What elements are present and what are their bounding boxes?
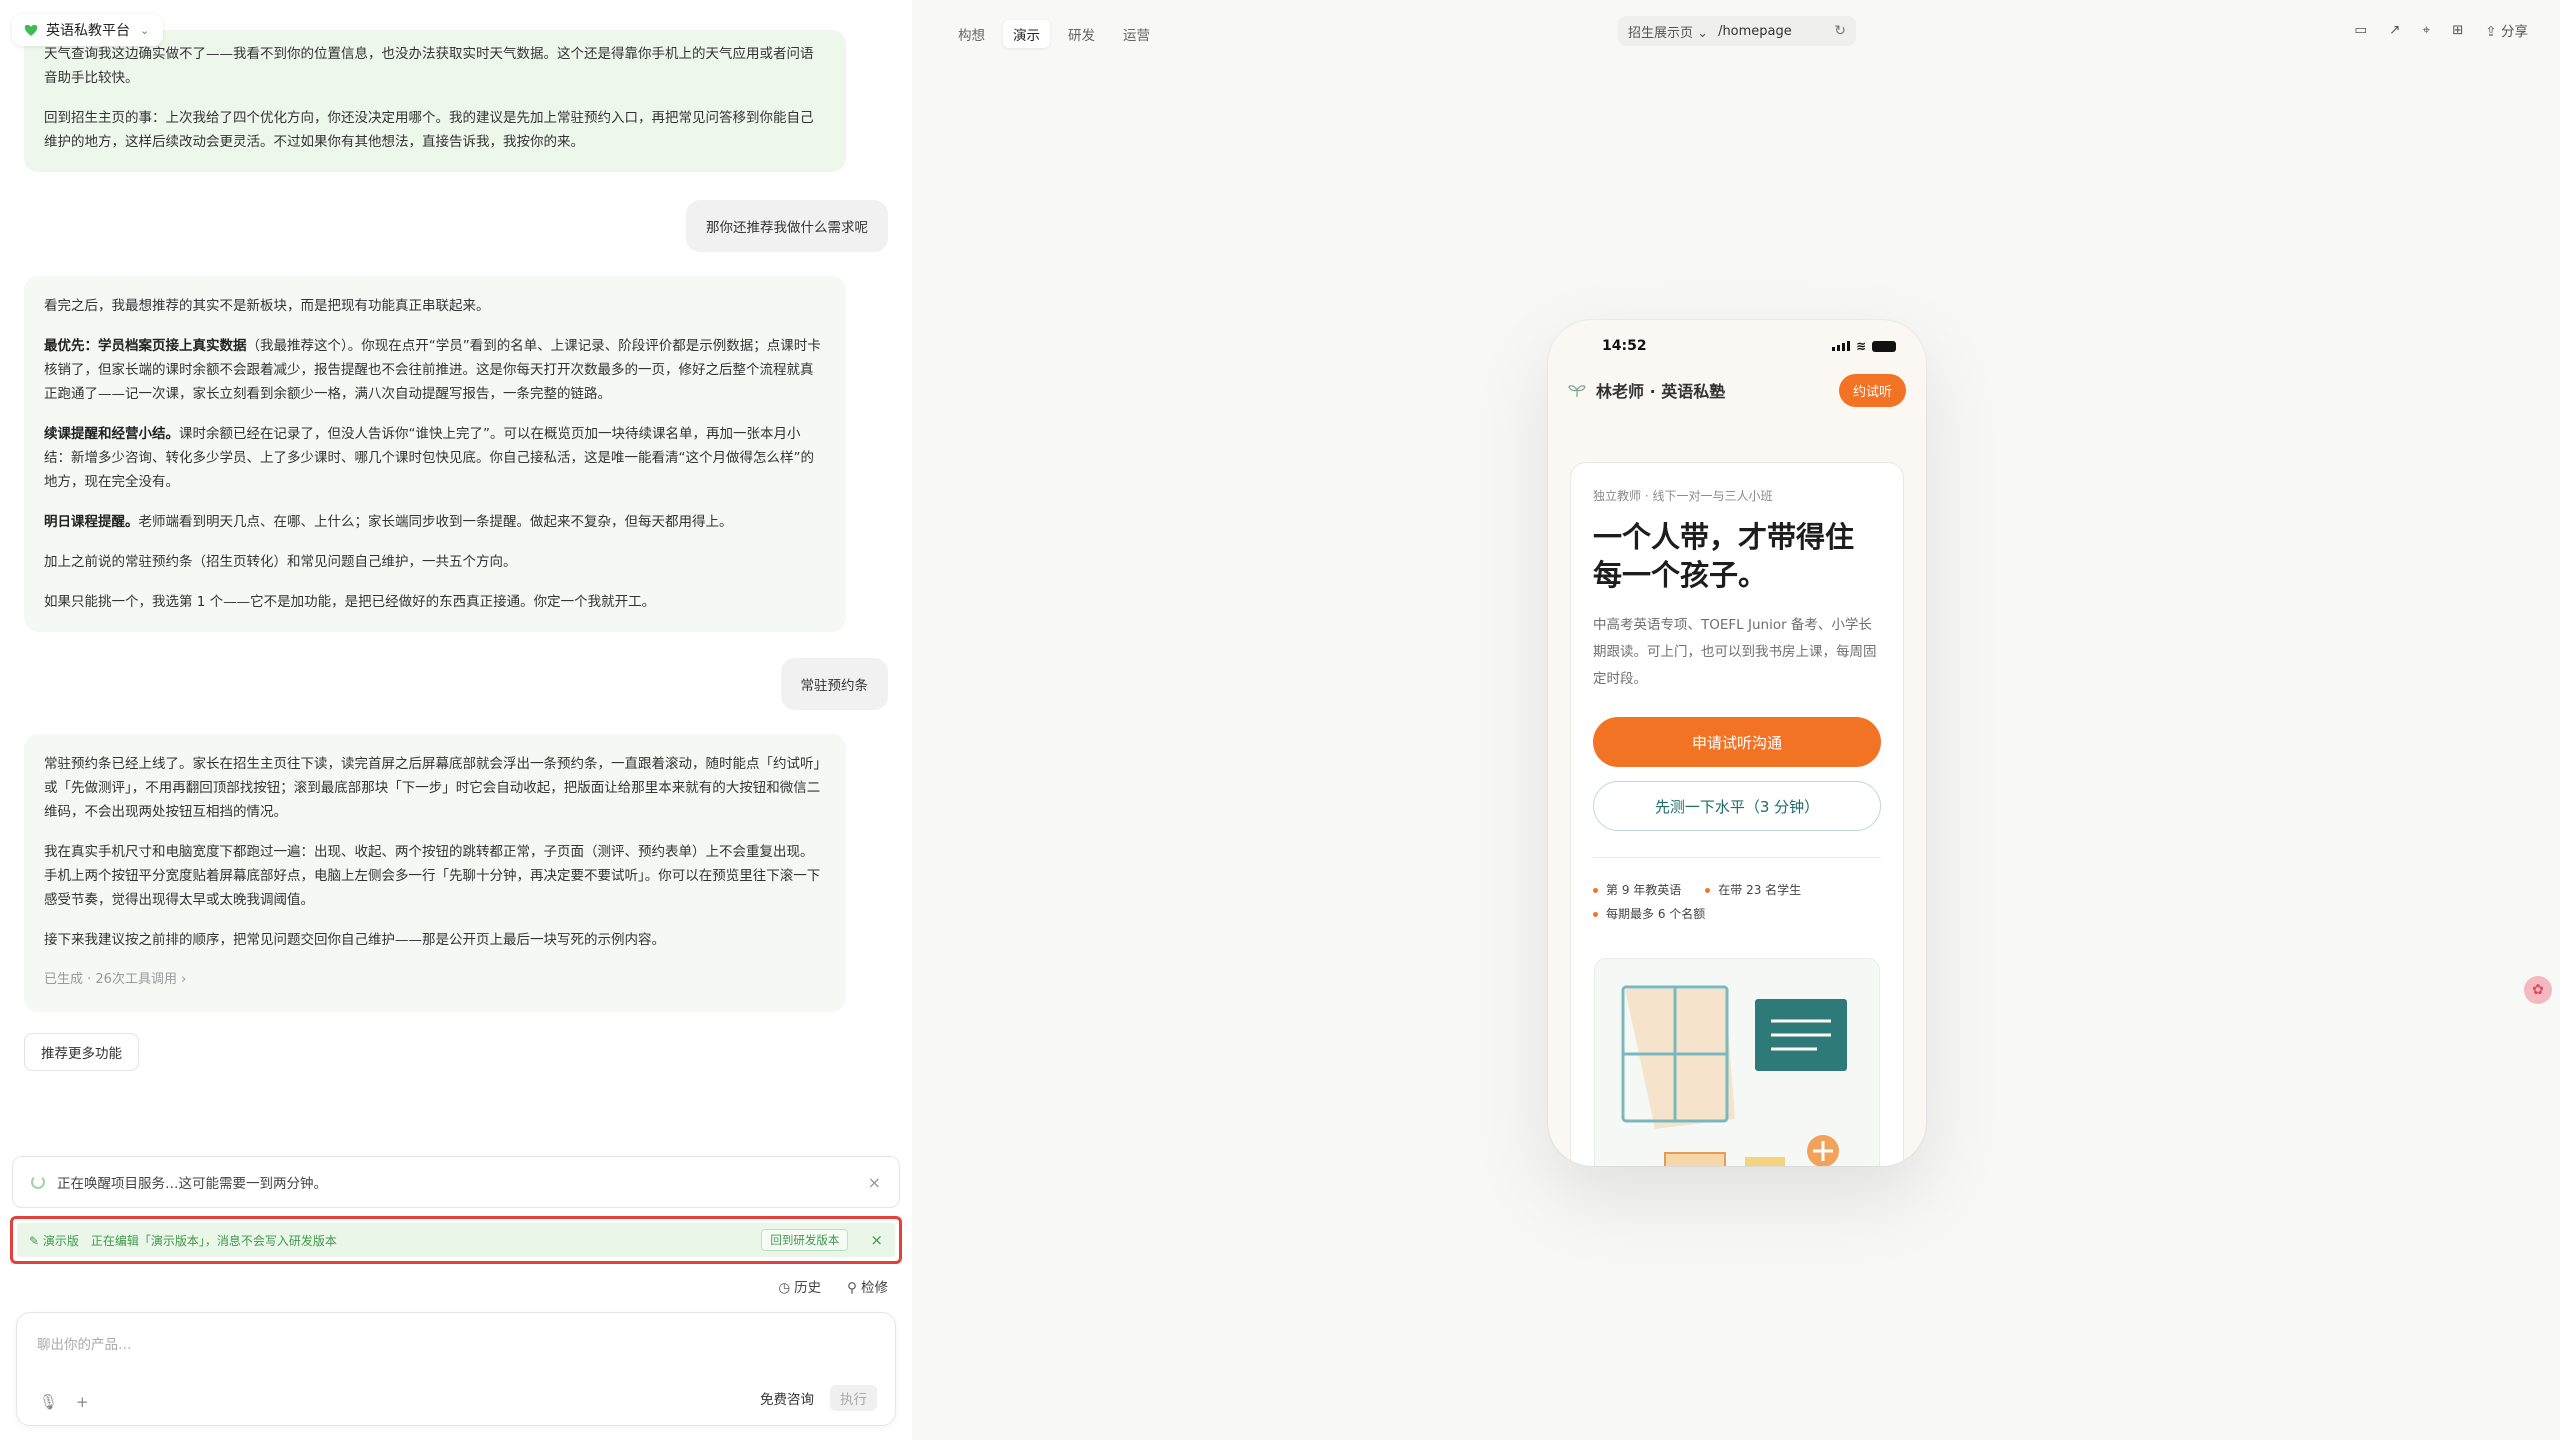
brand-switcher[interactable]: 英语私教平台 ⌄ (12, 14, 164, 46)
share-button[interactable]: ⇪ 分享 (2485, 20, 2528, 40)
bold-text: 续课提醒和经营小结。 (44, 426, 179, 442)
message-paragraph: 天气查询我这边确实做不了——我看不到你的位置信息，也没办法获取实时天气数据。这个… (44, 46, 814, 86)
wifi-icon: ≋ (1855, 339, 1866, 353)
chevron-down-icon: ⌄ (1697, 25, 1709, 41)
pen-icon: ✎ (29, 1233, 40, 1248)
demo-version-bar: ✎ 演示版 正在编辑「演示版本」，消息不会写入研发版本 回到研发版本 × (10, 1216, 902, 1264)
divider (1593, 857, 1881, 858)
share-icon: ⇪ (2485, 24, 2497, 40)
page-selector[interactable]: 招生展示页 ⌄ (1628, 22, 1708, 41)
free-consult-button[interactable]: 免费咨询 (760, 1388, 814, 1408)
history-button[interactable]: ◷ 历史 (778, 1276, 821, 1296)
back-to-dev-button[interactable]: 回到研发版本 (761, 1229, 849, 1251)
hero-description: 中高考英语专项、TOEFL Junior 备考、小学长期跟读。可上门，也可以到我… (1593, 617, 1877, 687)
waking-text: 正在唤醒项目服务…这可能需要一到两分钟。 (57, 1176, 327, 1192)
signal-icon (1831, 341, 1850, 351)
demo-version-notice: ✎ 演示版 正在编辑「演示版本」，消息不会写入研发版本 回到研发版本 × (17, 1223, 895, 1257)
message-paragraph: 回到招生主页的事：上次我给了四个优化方向，你还没决定用哪个。我的建议是先加上常驻… (44, 110, 814, 150)
message-paragraph: 如果只能挑一个，我选第 1 个——它不是加功能，是把已经做好的东西真正接通。你定… (44, 594, 656, 610)
chevron-right-icon: › (181, 972, 187, 987)
assistant-message: 常驻预约条已经上线了。家长在招生主页往下读，读完首屏之后屏幕底部就会浮出一条预约… (24, 734, 846, 1012)
assistant-message: 天气查询我这边确实做不了——我看不到你的位置信息，也没办法获取实时天气数据。这个… (24, 30, 846, 172)
fact-item: 第 9 年教英语 (1593, 878, 1681, 902)
sprout-icon (1568, 385, 1586, 397)
user-message: 那你还推荐我做什么需求呢 (686, 200, 888, 252)
message-paragraph: 续课提醒和经营小结。课时余额已经在记录了，但没人告诉你“谁快上完了”。可以在概览… (44, 426, 814, 490)
url-path: /homepage (1718, 23, 1792, 39)
message-paragraph: 我在真实手机尺寸和电脑宽度下都跑过一遍：出现、收起、两个按钮的跳转都正常，子页面… (44, 844, 821, 908)
device-toggle-icon[interactable]: ▭ (2354, 22, 2367, 38)
phone-preview: 14:52 ≋ 林老师 · 英语私塾 约试听 独立教师 · 线下一对一与三人小班… (1548, 320, 1926, 1166)
layout-icon[interactable]: ⊞ (2452, 22, 2463, 38)
hero-headline: 一个人带，才带得住每一个孩子。 (1593, 520, 1855, 592)
message-paragraph: 加上之前说的常驻预约条（招生页转化）和常见问题自己维护，一共五个方向。 (44, 554, 517, 570)
open-external-icon[interactable]: ↗ (2389, 22, 2400, 38)
chevron-down-icon: ⌄ (140, 23, 150, 37)
close-icon[interactable]: × (868, 1173, 881, 1192)
composer-input[interactable]: 聊出你的产品… (37, 1333, 132, 1353)
demo-notice-text: 正在编辑「演示版本」，消息不会写入研发版本 (90, 1233, 337, 1248)
chat-composer[interactable]: 聊出你的产品… 🎙 + 免费咨询 执行 (16, 1312, 896, 1426)
user-message: 常驻预约条 (780, 658, 888, 710)
apply-trial-button[interactable]: 申请试听沟通 (1593, 717, 1881, 767)
composer-tools: 🎙 + (39, 1393, 89, 1411)
preview-url-bar[interactable]: 招生展示页 ⌄ /homepage ↻ (1618, 16, 1856, 46)
status-time: 14:52 (1602, 338, 1647, 354)
tab-dev[interactable]: 研发 (1058, 20, 1105, 48)
brand-name: 英语私教平台 (46, 23, 130, 39)
book-trial-button[interactable]: 约试听 (1838, 373, 1906, 407)
phone-status-bar: 14:52 ≋ (1548, 334, 1926, 358)
battery-icon (1872, 340, 1896, 352)
preview-toolbar: ▭ ↗ ⌖ ⊞ ⇪ 分享 (2354, 20, 2528, 40)
tab-concept[interactable]: 构想 (948, 20, 995, 48)
message-paragraph: 接下来我建议按之前排的顺序，把常见问题交回你自己维护——那是公开页上最后一块写死… (44, 932, 665, 948)
inspect-icon[interactable]: ⌖ (2422, 22, 2430, 38)
composer-actions: 免费咨询 执行 (760, 1385, 877, 1411)
message-paragraph: 明日课程提醒。老师端看到明天几点、在哪、上什么；家长端同步收到一条提醒。做起来不… (44, 514, 733, 530)
repair-button[interactable]: ⚲ 检修 (847, 1276, 888, 1296)
bold-text: 明日课程提醒。 (44, 514, 139, 530)
message-paragraph: 看完之后，我最想推荐的其实不是新板块，而是把现有功能真正串联起来。 (44, 298, 490, 314)
site-header: 林老师 · 英语私塾 约试听 (1568, 372, 1906, 408)
tab-demo[interactable]: 演示 (1003, 20, 1050, 48)
more-features-button[interactable]: 推荐更多功能 (24, 1033, 139, 1071)
chat-panel: 英语私教平台 ⌄ 天气查询我这边确实做不了——我看不到你的位置信息，也没办法获取… (0, 0, 912, 1440)
loading-spinner-icon (31, 1175, 45, 1189)
run-button[interactable]: 执行 (830, 1385, 877, 1411)
assistant-message: 看完之后，我最想推荐的其实不是新板块，而是把现有功能真正串联起来。 最优先：学员… (24, 276, 846, 632)
tab-ops[interactable]: 运营 (1113, 20, 1160, 48)
demo-tag: ✎ 演示版 (29, 1233, 79, 1248)
assistant-avatar-icon[interactable]: ✿ (2524, 976, 2552, 1004)
clock-icon: ◷ (778, 1280, 791, 1296)
message-paragraph: 最优先：学员档案页接上真实数据（我最推荐这个）。你现在点开“学员”看到的名单、上… (44, 338, 821, 402)
close-icon[interactable]: × (870, 1231, 883, 1249)
teacher-facts: 第 9 年教英语 在带 23 名学生 每期最多 6 个名额 (1593, 878, 1881, 926)
plus-icon[interactable]: + (76, 1393, 89, 1411)
composer-links: ◷ 历史 ⚲ 检修 (778, 1276, 888, 1296)
fact-item: 每期最多 6 个名额 (1593, 902, 1705, 926)
level-test-button[interactable]: 先测一下水平（3 分钟） (1593, 781, 1881, 831)
site-title: 林老师 · 英语私塾 (1596, 382, 1726, 401)
waking-service-banner: 正在唤醒项目服务…这可能需要一到两分钟。 × (12, 1156, 900, 1208)
message-paragraph: 常驻预约条已经上线了。家长在招生主页往下读，读完首屏之后屏幕底部就会浮出一条预约… (44, 756, 821, 820)
study-illustration (1594, 958, 1880, 1166)
fact-item: 在带 23 名学生 (1705, 878, 1801, 902)
wrench-icon: ⚲ (847, 1280, 857, 1296)
mode-tabs: 构想 演示 研发 运营 (948, 20, 1160, 48)
refresh-icon[interactable]: ↻ (1834, 23, 1846, 39)
bold-text: 最优先：学员档案页接上真实数据 (44, 338, 247, 354)
preview-panel: 构想 演示 研发 运营 招生展示页 ⌄ /homepage ↻ ▭ ↗ ⌖ ⊞ … (912, 0, 2560, 1440)
window-board-illustration (1621, 985, 1847, 1166)
tool-call-summary[interactable]: 已生成 · 26次工具调用 › (44, 968, 826, 992)
hero-kicker: 独立教师 · 线下一对一与三人小班 (1593, 489, 1773, 503)
leaf-logo-icon (24, 24, 38, 36)
microphone-icon[interactable]: 🎙 (39, 1393, 58, 1411)
